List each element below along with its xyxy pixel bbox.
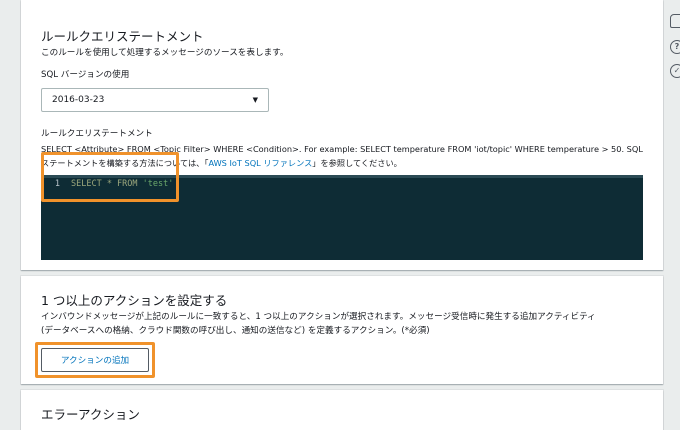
add-action-button[interactable]: アクションの追加 xyxy=(41,348,149,372)
rule-query-title: ルールクエリステートメント xyxy=(41,29,204,44)
sql-reference-link[interactable]: AWS IoT SQL リファレンス xyxy=(208,158,312,168)
rule-query-panel: ルールクエリステートメント このルールを使用して処理するメッセージのソースを表し… xyxy=(21,0,663,270)
actions-panel: 1 つ以上のアクションを設定する インバウンドメッセージが上記のルールに一致する… xyxy=(21,276,663,384)
code-keywords: SELECT * FROM xyxy=(71,179,143,189)
actions-title: 1 つ以上のアクションを設定する xyxy=(41,293,228,308)
sql-version-label: SQL バージョンの使用 xyxy=(41,70,130,80)
line-number: 1 xyxy=(54,179,60,189)
sql-version-value: 2016-03-23 xyxy=(52,95,105,105)
statement-label: ルールクエリステートメント xyxy=(41,129,153,139)
sql-version-select[interactable]: 2016-03-23 ▼ xyxy=(41,88,269,112)
actions-description-line2: (データベースへの格納、クラウド関数の呼び出し、通知の送信など) を定義するアク… xyxy=(41,326,430,336)
actions-description-line1: インバウンドメッセージが上記のルールに一致すると、1 つ以上のアクションが選択さ… xyxy=(41,312,596,322)
editor-gutter: 1 xyxy=(41,178,65,260)
check-circle-icon[interactable]: ✓ xyxy=(670,64,680,78)
error-action-panel: エラーアクション xyxy=(21,390,663,430)
statement-help-line2: ステートメントを構築する方法については、「AWS IoT SQL リファレンス」… xyxy=(41,158,402,168)
error-action-title: エラーアクション xyxy=(41,407,140,422)
help-icon[interactable]: ? xyxy=(670,40,680,54)
caret-down-icon: ▼ xyxy=(252,96,258,104)
sql-editor[interactable]: 1 SELECT * FROM 'test' xyxy=(41,175,643,260)
rule-query-description: このルールを使用して処理するメッセージのソースを表します。 xyxy=(41,48,289,58)
code-string: 'test' xyxy=(142,179,174,189)
editor-code-line[interactable]: SELECT * FROM 'test' xyxy=(71,179,173,189)
statement-help-line1: SELECT <Attribute> FROM <Topic Filter> W… xyxy=(41,144,643,154)
bell-icon[interactable] xyxy=(670,14,680,28)
